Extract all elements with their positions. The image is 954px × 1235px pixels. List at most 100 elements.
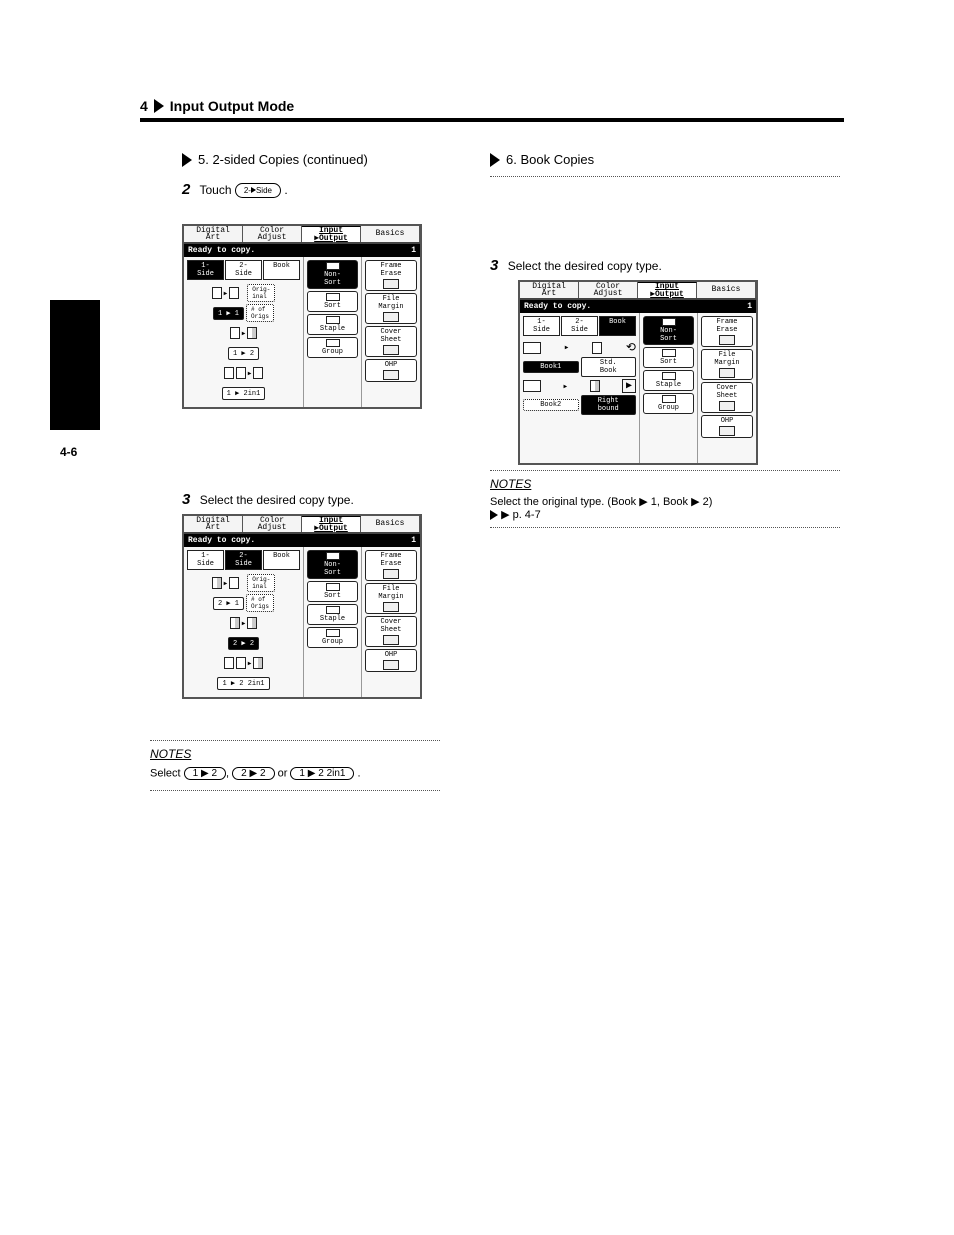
btn-ohp[interactable]: OHP xyxy=(365,359,417,382)
tab-digital-art[interactable]: DigitalArt xyxy=(184,226,243,242)
side-tab-book[interactable]: Book xyxy=(263,260,300,280)
page-icon xyxy=(253,657,263,669)
side-tab-1[interactable]: 1-Side xyxy=(523,316,560,336)
tab-digital-art[interactable]: DigitalArt xyxy=(184,516,243,532)
btn-right-bound[interactable]: Rightbound xyxy=(581,395,637,415)
page-icon xyxy=(592,342,602,354)
tab-color-adjust[interactable]: ColorAdjust xyxy=(243,226,302,242)
side-marker xyxy=(50,300,100,430)
section-title-5: 5. 2-sided Copies (continued) xyxy=(182,152,368,167)
page-icon xyxy=(236,367,246,379)
divider xyxy=(140,118,844,122)
page-icon xyxy=(212,577,222,589)
btn-book2[interactable]: Book2 xyxy=(523,399,579,411)
opt-1-1[interactable]: 1 ▶ 1 xyxy=(213,307,244,320)
btn-file-margin[interactable]: FileMargin xyxy=(701,349,753,380)
book-icon xyxy=(523,380,541,392)
btn-group[interactable]: Group xyxy=(643,393,694,414)
btn-frame-erase[interactable]: FrameErase xyxy=(365,550,417,581)
btn-nonsort[interactable]: Non-Sort xyxy=(307,260,358,289)
side-tab-book[interactable]: Book xyxy=(263,550,300,570)
chapter-header: 4 Input Output Mode xyxy=(140,98,844,122)
btn-1-22in1: 1 ▶ 2 2in1 xyxy=(290,767,354,780)
btn-sort[interactable]: Sort xyxy=(307,581,358,602)
side-tab-1[interactable]: 1-Side xyxy=(187,260,224,280)
step-2: 2 Touch 2-Side . xyxy=(182,180,442,200)
btn-staple[interactable]: Staple xyxy=(307,314,358,335)
btn-cover-sheet[interactable]: CoverSheet xyxy=(701,382,753,413)
btn-book1[interactable]: Book1 xyxy=(523,361,579,373)
btn-file-margin[interactable]: FileMargin xyxy=(365,293,417,324)
page-icon xyxy=(224,657,234,669)
page-icon xyxy=(229,577,239,589)
tab-input-output[interactable]: Input▶Output xyxy=(302,226,361,242)
panel-tabs: DigitalArt ColorAdjust Input▶Output Basi… xyxy=(184,226,420,244)
side-tab-1[interactable]: 1-Side xyxy=(187,550,224,570)
opt-2-2[interactable]: 2 ▶ 2 xyxy=(228,637,259,650)
page-icon xyxy=(229,287,239,299)
btn-1-2: 1 ▶ 2 xyxy=(184,767,226,780)
btn-staple[interactable]: Staple xyxy=(307,604,358,625)
side-tab-2[interactable]: 2-Side xyxy=(225,550,262,570)
num-origs-btn[interactable]: # ofOrigs xyxy=(246,594,274,612)
tab-color-adjust[interactable]: ColorAdjust xyxy=(243,516,302,532)
btn-std-book[interactable]: Std.Book xyxy=(581,357,637,377)
chapter-title: Input Output Mode xyxy=(170,98,294,114)
btn-staple[interactable]: Staple xyxy=(643,370,694,391)
notes-heading: NOTES xyxy=(490,477,840,491)
book-icon xyxy=(523,342,541,354)
mid-column: Non-Sort Sort Staple Group xyxy=(304,257,362,407)
original-btn[interactable]: Orig-inal xyxy=(247,284,275,302)
num-origs-btn[interactable]: # ofOrigs xyxy=(246,304,274,322)
btn-sort[interactable]: Sort xyxy=(643,347,694,368)
original-btn[interactable]: Orig-inal xyxy=(247,574,275,592)
btn-cover-sheet[interactable]: CoverSheet xyxy=(365,326,417,357)
status-bar: Ready to copy.1 xyxy=(184,244,420,257)
btn-ohp[interactable]: OHP xyxy=(701,415,753,438)
side-tab-book[interactable]: Book xyxy=(599,316,636,336)
tab-color-adjust[interactable]: ColorAdjust xyxy=(579,282,638,298)
chevron-right-icon xyxy=(182,153,192,167)
btn-ohp[interactable]: OHP xyxy=(365,649,417,672)
tab-input-output[interactable]: Input▶Output xyxy=(302,516,361,532)
btn-group[interactable]: Group xyxy=(307,627,358,648)
side-tab-2[interactable]: 2-Side xyxy=(561,316,598,336)
page-icon xyxy=(212,287,222,299)
opt-2-1[interactable]: 2 ▶ 1 xyxy=(213,597,244,610)
btn-group[interactable]: Group xyxy=(307,337,358,358)
page-icon xyxy=(253,367,263,379)
opt-1-22in1[interactable]: 1 ▶ 2 2in1 xyxy=(217,677,269,690)
page-icon xyxy=(230,327,240,339)
chapter-number: 4 xyxy=(140,98,148,114)
page-icon xyxy=(230,617,240,629)
opt-1-2[interactable]: 1 ▶ 2 xyxy=(228,347,259,360)
tab-basics[interactable]: Basics xyxy=(361,516,420,532)
btn-cover-sheet[interactable]: CoverSheet xyxy=(365,616,417,647)
btn-nonsort[interactable]: Non-Sort xyxy=(307,550,358,579)
btn-frame-erase[interactable]: FrameErase xyxy=(701,316,753,347)
chevron-right-icon xyxy=(490,153,500,167)
tab-input-output[interactable]: Input▶Output xyxy=(638,282,697,298)
page-icon xyxy=(236,657,246,669)
page-number: 4-6 xyxy=(60,445,77,459)
tab-basics[interactable]: Basics xyxy=(361,226,420,242)
lcd-panel-1side: DigitalArt ColorAdjust Input▶Output Basi… xyxy=(182,224,422,409)
notes-heading: NOTES xyxy=(150,747,440,761)
btn-2side: 2-Side xyxy=(235,183,281,198)
step-3-left: 3 Select the desired copy type. xyxy=(182,490,442,510)
chevron-right-icon xyxy=(154,99,164,113)
btn-sort[interactable]: Sort xyxy=(307,291,358,312)
tab-basics[interactable]: Basics xyxy=(697,282,756,298)
btn-file-margin[interactable]: FileMargin xyxy=(365,583,417,614)
page-icon xyxy=(247,327,257,339)
page-icon xyxy=(224,367,234,379)
divider xyxy=(490,176,840,177)
left-column: 1-Side 2-Side Book ▶ Orig-inal 1 ▶ 1 # o… xyxy=(184,257,304,407)
notes-block-left: NOTES Select 1 ▶ 2, 2 ▶ 2 or 1 ▶ 2 2in1 … xyxy=(150,740,440,791)
btn-nonsort[interactable]: Non-Sort xyxy=(643,316,694,345)
tab-digital-art[interactable]: DigitalArt xyxy=(520,282,579,298)
opt-1-2in1[interactable]: 1 ▶ 2in1 xyxy=(222,387,266,400)
btn-frame-erase[interactable]: FrameErase xyxy=(365,260,417,291)
side-tab-2[interactable]: 2-Side xyxy=(225,260,262,280)
right-column: FrameErase FileMargin CoverSheet OHP xyxy=(362,257,420,407)
